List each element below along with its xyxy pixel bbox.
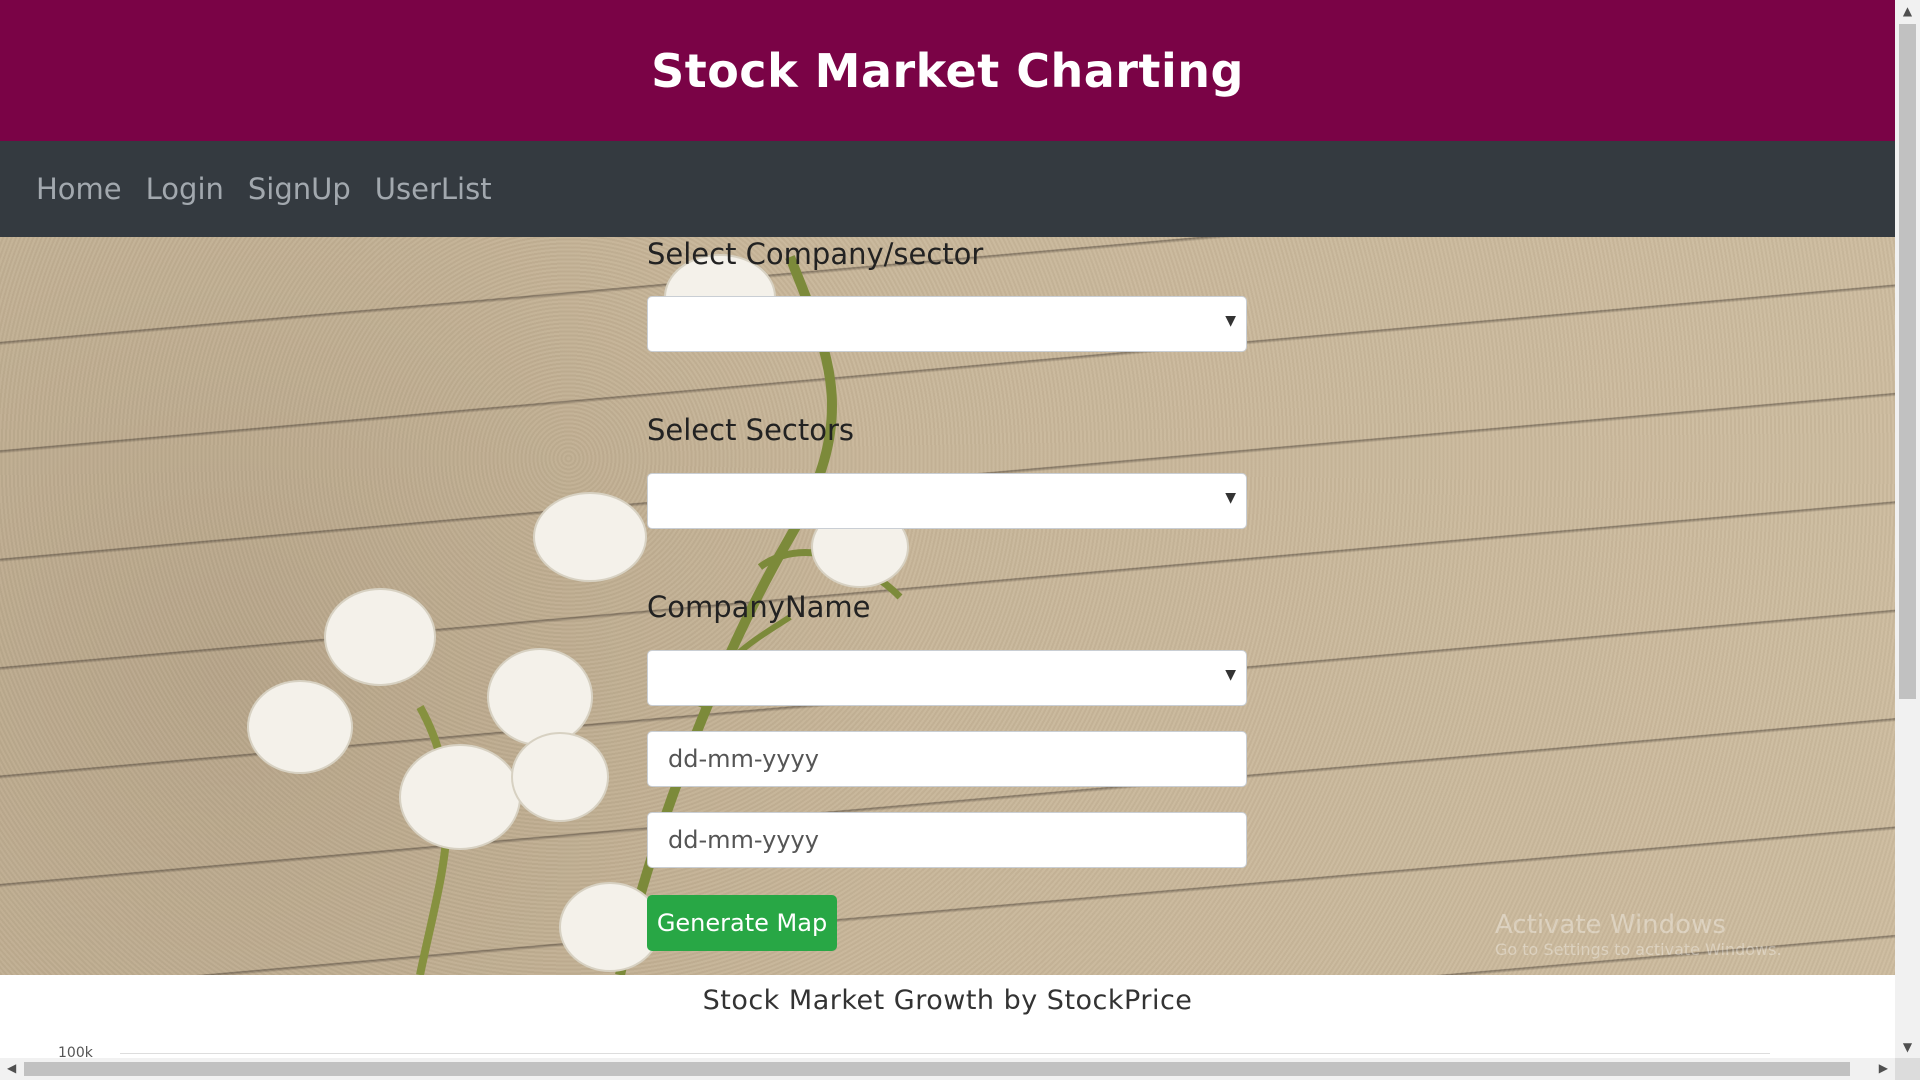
scroll-left-arrow-icon[interactable]: ◀ bbox=[7, 1061, 16, 1075]
from-date-input[interactable]: dd-mm-yyyy bbox=[647, 731, 1247, 787]
company-name-label: CompanyName bbox=[647, 590, 871, 624]
dropdown-arrow-icon: ▼ bbox=[1225, 667, 1236, 683]
sectors-label: Select Sectors bbox=[647, 413, 855, 447]
sectors-select[interactable]: ▼ bbox=[647, 473, 1247, 529]
page: Stock Market Charting Home Login SignUp … bbox=[0, 0, 1895, 1058]
nav-login-link[interactable]: Login bbox=[146, 172, 224, 206]
dropdown-arrow-icon: ▼ bbox=[1225, 490, 1236, 506]
chart-section: Stock Market Growth by StockPrice 100k bbox=[0, 975, 1895, 1058]
scroll-down-arrow-icon[interactable]: ▼ bbox=[1895, 1040, 1920, 1054]
dropdown-arrow-icon: ▼ bbox=[1225, 313, 1236, 329]
generate-map-button[interactable]: Generate Map bbox=[647, 895, 837, 951]
page-title: Stock Market Charting bbox=[651, 43, 1244, 98]
to-date-input[interactable]: dd-mm-yyyy bbox=[647, 812, 1247, 868]
vertical-scroll-thumb[interactable] bbox=[1899, 24, 1916, 699]
horizontal-scroll-thumb[interactable] bbox=[24, 1062, 1850, 1076]
vertical-scrollbar[interactable]: ▲ ▼ bbox=[1895, 0, 1920, 1058]
scroll-up-arrow-icon[interactable]: ▲ bbox=[1895, 4, 1920, 18]
nav-bar: Home Login SignUp UserList bbox=[0, 141, 1895, 237]
chart-gridline bbox=[120, 1053, 1770, 1054]
company-sector-label: Select Company/sector bbox=[647, 237, 984, 271]
chart-title: Stock Market Growth by StockPrice bbox=[702, 985, 1193, 1016]
app-header: Stock Market Charting bbox=[0, 0, 1895, 141]
watermark-line1: Activate Windows bbox=[1495, 910, 1726, 940]
nav-userlist-link[interactable]: UserList bbox=[375, 172, 492, 206]
nav-signup-link[interactable]: SignUp bbox=[248, 172, 351, 206]
horizontal-scrollbar[interactable]: ◀ ▶ bbox=[0, 1058, 1895, 1080]
company-sector-select[interactable]: ▼ bbox=[647, 296, 1247, 352]
y-axis-tick-label: 100k bbox=[58, 1045, 93, 1058]
nav-home-link[interactable]: Home bbox=[36, 172, 122, 206]
scrollbar-corner bbox=[1895, 1058, 1920, 1080]
scroll-right-arrow-icon[interactable]: ▶ bbox=[1879, 1061, 1888, 1075]
watermark-line2: Go to Settings to activate Windows. bbox=[1495, 940, 1782, 959]
company-name-select[interactable]: ▼ bbox=[647, 650, 1247, 706]
activation-watermark: Activate Windows Go to Settings to activ… bbox=[1495, 910, 1782, 959]
